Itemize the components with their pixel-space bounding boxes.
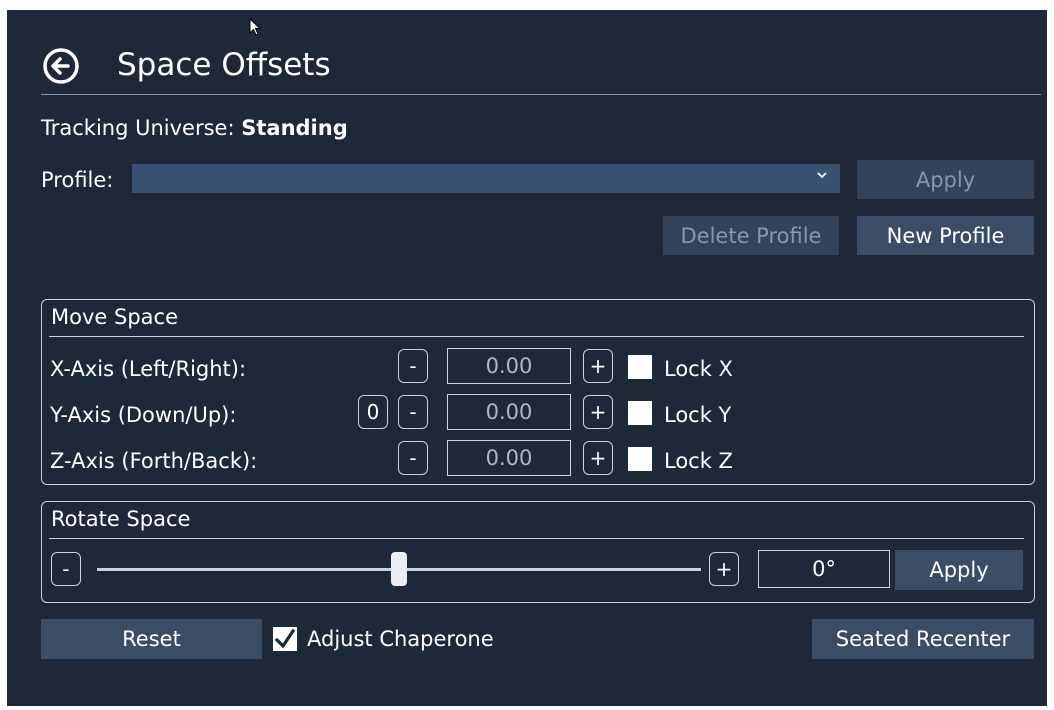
x-increment-button[interactable]: + bbox=[583, 349, 613, 383]
delete-profile-button[interactable]: Delete Profile bbox=[663, 216, 839, 255]
y-decrement-button[interactable]: - bbox=[398, 395, 428, 429]
apply-rotation-button[interactable]: Apply bbox=[895, 550, 1023, 590]
rotate-space-group: Rotate Space - + 0° Apply bbox=[41, 501, 1035, 603]
tracking-universe-value: Standing bbox=[241, 116, 348, 140]
y-value-field[interactable]: 0.00 bbox=[447, 394, 571, 430]
lock-z-checkbox[interactable] bbox=[628, 447, 652, 471]
seated-recenter-button[interactable]: Seated Recenter bbox=[812, 619, 1034, 659]
rotate-space-title: Rotate Space bbox=[51, 507, 191, 531]
space-offsets-page: Space Offsets Tracking Universe: Standin… bbox=[7, 10, 1047, 706]
y-axis-label: Y-Axis (Down/Up): bbox=[50, 403, 237, 427]
lock-x-label: Lock X bbox=[664, 357, 733, 381]
lock-y-checkbox[interactable] bbox=[628, 401, 652, 425]
header-divider bbox=[41, 94, 1041, 95]
lock-z-label: Lock Z bbox=[664, 449, 733, 473]
adjust-chaperone-checkbox[interactable] bbox=[273, 627, 297, 651]
tracking-universe-label: Tracking Universe: bbox=[41, 116, 235, 140]
move-space-group: Move Space X-Axis (Left/Right): - 0.00 +… bbox=[41, 299, 1035, 485]
y-zero-button[interactable]: 0 bbox=[358, 395, 388, 429]
profile-dropdown[interactable] bbox=[132, 164, 840, 193]
move-space-divider bbox=[49, 336, 1024, 337]
rotate-space-divider bbox=[49, 538, 1024, 539]
x-value-field[interactable]: 0.00 bbox=[447, 348, 571, 384]
z-axis-label: Z-Axis (Forth/Back): bbox=[50, 449, 258, 473]
move-space-title: Move Space bbox=[51, 305, 178, 329]
adjust-chaperone-label: Adjust Chaperone bbox=[307, 627, 494, 651]
z-decrement-button[interactable]: - bbox=[398, 441, 428, 475]
z-value-field[interactable]: 0.00 bbox=[447, 440, 571, 476]
reset-button[interactable]: Reset bbox=[41, 619, 262, 659]
rotation-slider-handle[interactable] bbox=[391, 552, 407, 586]
x-decrement-button[interactable]: - bbox=[398, 349, 428, 383]
tracking-universe: Tracking Universe: Standing bbox=[41, 118, 348, 139]
apply-profile-button[interactable]: Apply bbox=[857, 160, 1034, 199]
rotation-value-field[interactable]: 0° bbox=[758, 550, 890, 588]
rotate-increment-button[interactable]: + bbox=[709, 552, 739, 586]
chevron-down-icon bbox=[816, 169, 828, 185]
x-axis-label: X-Axis (Left/Right): bbox=[50, 357, 247, 381]
mouse-pointer-icon bbox=[249, 18, 262, 36]
y-increment-button[interactable]: + bbox=[583, 395, 613, 429]
new-profile-button[interactable]: New Profile bbox=[857, 216, 1034, 255]
profile-label: Profile: bbox=[41, 168, 114, 192]
checkmark-icon bbox=[274, 628, 296, 649]
z-increment-button[interactable]: + bbox=[583, 441, 613, 475]
arrow-left-circle-icon bbox=[43, 48, 79, 84]
back-button[interactable] bbox=[41, 46, 81, 86]
page-title: Space Offsets bbox=[117, 47, 331, 83]
lock-y-label: Lock Y bbox=[664, 403, 732, 427]
rotate-decrement-button[interactable]: - bbox=[51, 552, 81, 586]
lock-x-checkbox[interactable] bbox=[628, 355, 652, 379]
